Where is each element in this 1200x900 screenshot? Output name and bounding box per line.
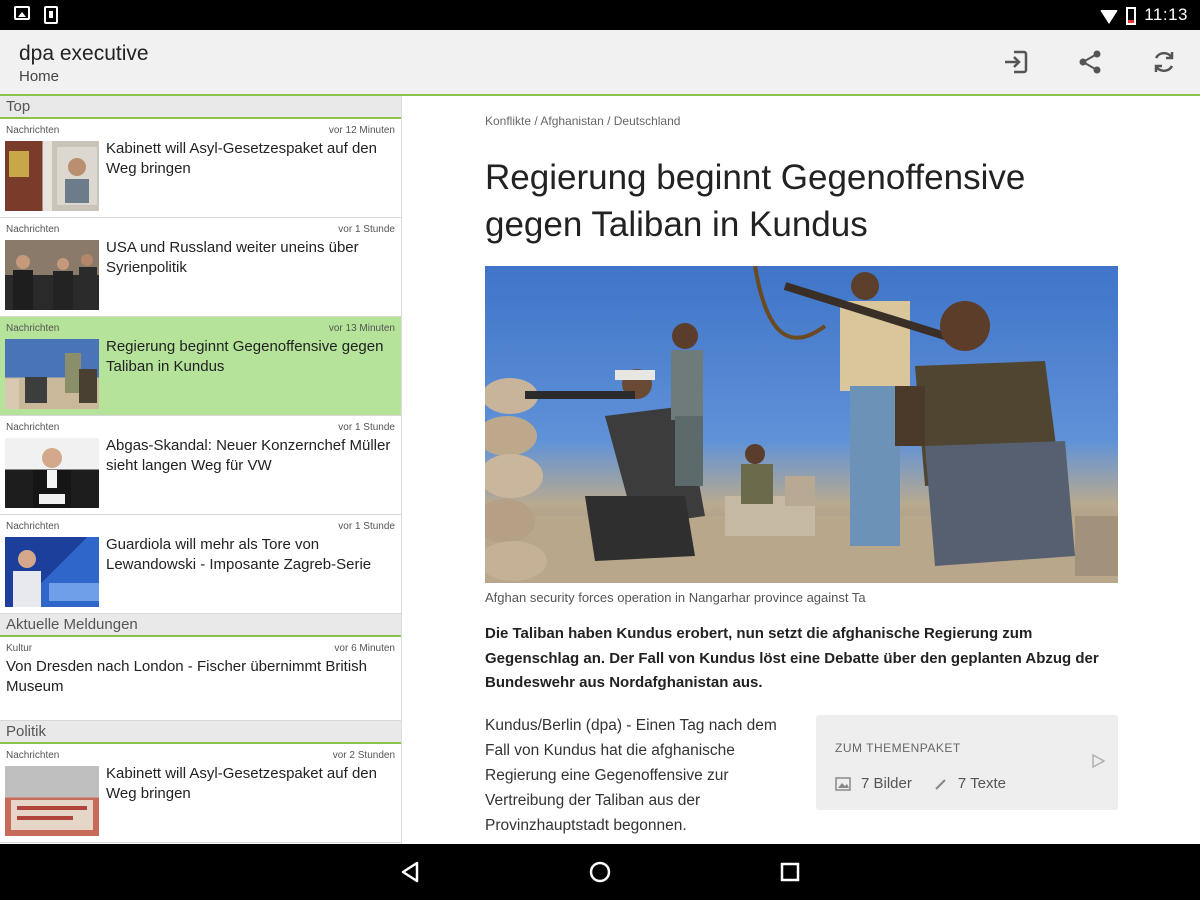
wifi-icon <box>1100 9 1119 24</box>
topic-package-title: ZUM THEMENPAKET <box>835 741 961 755</box>
item-headline: Kabinett will Asyl-Gesetzespaket auf den… <box>106 140 377 177</box>
section-header-aktuell: Aktuelle Meldungen <box>0 614 401 637</box>
item-thumbnail <box>5 240 99 310</box>
login-button[interactable] <box>998 44 1034 80</box>
system-nav-bar <box>0 844 1200 900</box>
item-headline: USA und Russland weiter uneins über Syri… <box>106 239 359 276</box>
item-thumbnail <box>5 339 99 409</box>
article-pane: Konflikte / Afghanistan / Deutschland Re… <box>402 96 1200 844</box>
item-time: vor 1 Stunde <box>338 521 395 532</box>
item-thumbnail <box>5 438 99 508</box>
share-button[interactable] <box>1072 44 1108 80</box>
item-category: Nachrichten <box>6 224 60 235</box>
item-headline: Regierung beginnt Gegenoffensive gegen T… <box>106 338 384 375</box>
item-time: vor 12 Minuten <box>328 125 395 136</box>
share-icon <box>1079 50 1101 74</box>
news-list-pane: Top Nachrichten vor 12 Minuten Kabinett … <box>0 96 402 844</box>
item-thumbnail <box>5 766 99 836</box>
article-lead: Die Taliban haben Kundus erobert, nun se… <box>485 625 1099 691</box>
back-icon <box>401 861 419 883</box>
item-category: Kultur <box>6 643 33 654</box>
news-list-item-selected[interactable]: Nachrichten vor 13 Minuten Regierung beg… <box>0 317 401 416</box>
battery-icon <box>1126 6 1137 25</box>
status-bar: 11:13 <box>0 0 1200 30</box>
item-time: vor 13 Minuten <box>328 323 395 334</box>
item-category: Nachrichten <box>6 422 60 433</box>
news-list-item[interactable]: Nachrichten vor 1 Stunde USA und Russlan… <box>0 218 401 317</box>
topic-package-card[interactable]: ZUM THEMENPAKET 7 Bilder 7 Texte <box>816 715 1118 810</box>
recents-icon <box>780 862 800 882</box>
topic-texts-count: 7 Texte <box>957 775 1006 792</box>
section-header-politik: Politik <box>0 721 401 744</box>
image-notification-icon <box>14 6 30 20</box>
news-list-item[interactable]: Nachrichten vor 1 Stunde Guardiola will … <box>0 515 401 614</box>
item-time: vor 2 Stunden <box>332 750 395 761</box>
item-category: Nachrichten <box>6 323 60 334</box>
item-time: vor 1 Stunde <box>338 422 395 433</box>
topic-images-count: 7 Bilder <box>861 775 912 792</box>
section-header-top: Top <box>0 96 401 119</box>
breadcrumb[interactable]: Konflikte / Afghanistan / Deutschland <box>485 114 680 128</box>
article-title: Regierung beginnt Gegenoffensive gegen T… <box>485 158 1026 244</box>
home-button[interactable] <box>588 860 612 884</box>
item-headline: Abgas-Skandal: Neuer Konzernchef Müller … <box>106 437 391 474</box>
image-gallery-icon <box>835 776 851 791</box>
back-button[interactable] <box>398 860 422 884</box>
pencil-icon <box>935 778 946 790</box>
item-thumbnail <box>5 537 99 607</box>
image-caption: Afghan security forces operation in Nang… <box>485 590 866 605</box>
news-list-item[interactable]: Nachrichten vor 12 Minuten Kabinett will… <box>0 119 401 218</box>
item-thumbnail <box>5 141 99 211</box>
app-bar: dpa executive Home <box>0 30 1200 96</box>
refresh-button[interactable] <box>1146 44 1182 80</box>
app-subtitle: Home <box>19 68 60 85</box>
item-time: vor 6 Minuten <box>334 643 395 654</box>
item-headline: Kabinett will Asyl-Gesetzespaket auf den… <box>106 765 377 802</box>
article-hero-image[interactable] <box>485 266 1118 583</box>
play-arrow-icon <box>1092 753 1106 769</box>
app-title: dpa executive <box>19 42 149 65</box>
news-list-item[interactable]: Nachrichten vor 2 Stunden Kabinett will … <box>0 744 401 843</box>
item-headline: Guardiola will mehr als Tore von Lewando… <box>106 536 372 573</box>
news-list-item[interactable]: Kultur vor 6 Minuten Von Dresden nach Lo… <box>0 637 401 721</box>
article-body: Kundus/Berlin (dpa) - Einen Tag nach dem… <box>485 717 777 834</box>
recents-button[interactable] <box>778 860 802 884</box>
item-category: Nachrichten <box>6 521 60 532</box>
item-category: Nachrichten <box>6 750 60 761</box>
item-headline: Von Dresden nach London - Fischer überni… <box>6 658 368 695</box>
login-icon <box>1005 50 1028 74</box>
news-list-item[interactable]: Nachrichten vor 1 Stunde Abgas-Skandal: … <box>0 416 401 515</box>
home-icon <box>589 861 611 883</box>
item-time: vor 1 Stunde <box>338 224 395 235</box>
item-category: Nachrichten <box>6 125 60 136</box>
download-notification-icon <box>44 6 58 24</box>
clock: 11:13 <box>1144 5 1188 24</box>
refresh-icon <box>1154 51 1174 73</box>
